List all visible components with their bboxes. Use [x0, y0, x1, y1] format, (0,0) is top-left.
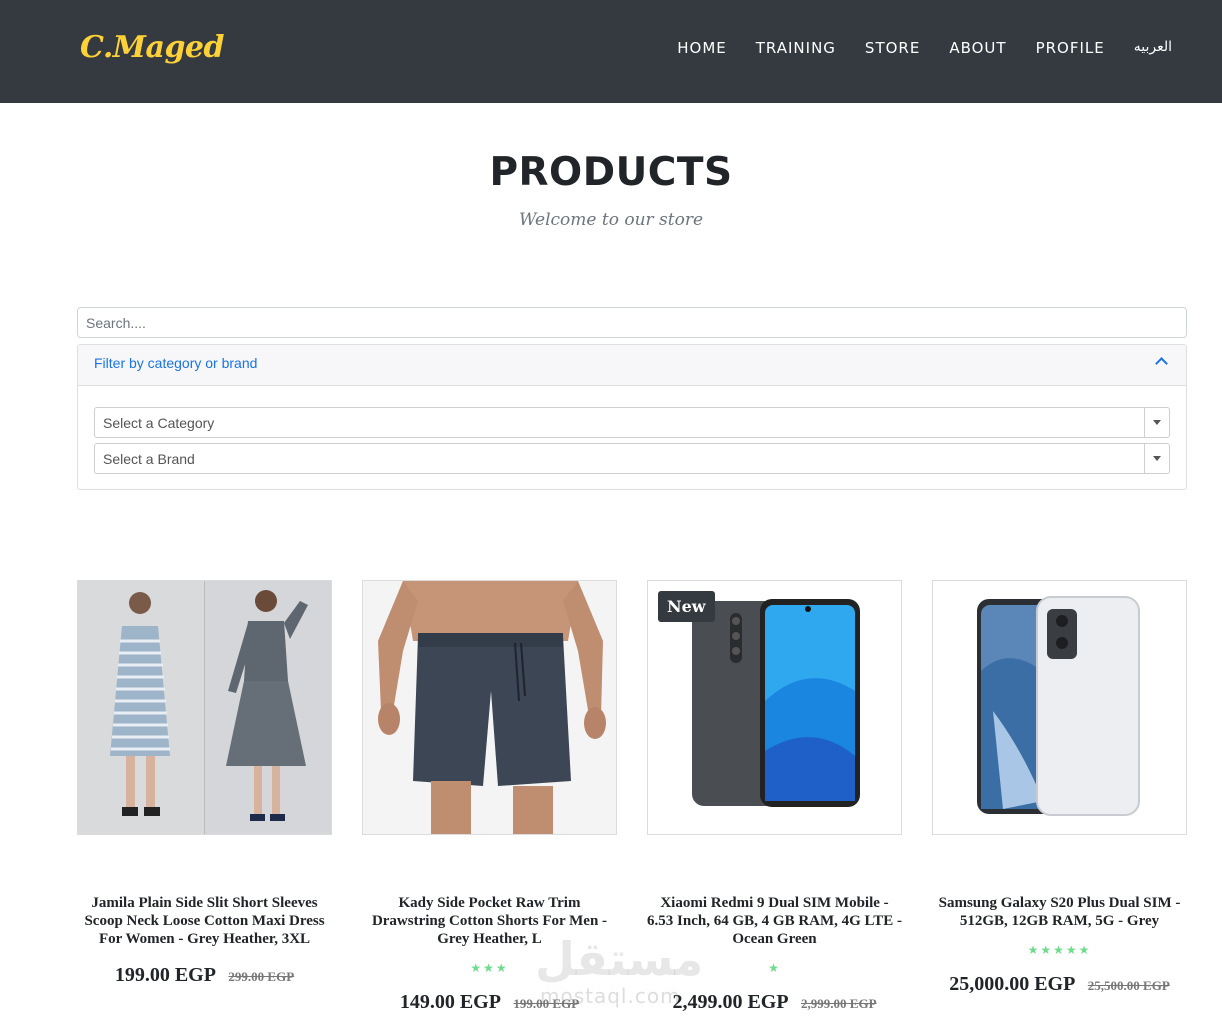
product-name[interactable]: Jamila Plain Side Slit Short Sleeves Sco… — [77, 894, 332, 948]
product-card[interactable]: New Xiaomi Redmi 9 Dual SIM Mobile - 6.5… — [647, 580, 902, 1013]
product-image[interactable] — [932, 580, 1187, 835]
product-image[interactable] — [362, 580, 617, 835]
nav-about[interactable]: ABOUT — [949, 39, 1006, 57]
watermark-arabic: مستقل — [535, 932, 704, 986]
phone-photo-icon — [933, 581, 1186, 834]
product-old-price: 2,999.00 EGP — [801, 996, 877, 1011]
nav-language-arabic[interactable]: العربيه — [1134, 39, 1172, 57]
brand-select-placeholder: Select a Brand — [103, 451, 195, 467]
price-row: 2,499.00 EGP 2,999.00 EGP — [647, 991, 902, 1014]
shorts-photo-icon — [363, 581, 616, 834]
category-select-placeholder: Select a Category — [103, 415, 215, 431]
filter-panel: Filter by category or brand Select a Cat… — [77, 344, 1187, 490]
product-price: 199.00 EGP — [114, 964, 216, 986]
product-old-price: 299.00 EGP — [228, 969, 295, 984]
page-subtitle: Welcome to our store — [518, 210, 704, 230]
filter-panel-title[interactable]: Filter by category or brand — [94, 355, 257, 371]
new-badge: New — [658, 591, 715, 622]
product-price: 2,499.00 EGP — [672, 991, 789, 1013]
navbar: C.Maged HOME TRAINING STORE ABOUT PROFIL… — [0, 0, 1222, 103]
nav-training[interactable]: TRAINING — [756, 39, 836, 57]
product-price: 25,000.00 EGP — [949, 973, 1076, 995]
price-row: 25,000.00 EGP 25,500.00 EGP — [932, 973, 1187, 996]
nav-store[interactable]: STORE — [865, 39, 920, 57]
product-name[interactable]: Samsung Galaxy S20 Plus Dual SIM - 512GB… — [932, 894, 1187, 930]
page-title: PRODUCTS — [489, 150, 733, 195]
dress-photo-icon — [78, 581, 331, 834]
product-price: 149.00 EGP — [399, 991, 501, 1013]
product-card[interactable]: Jamila Plain Side Slit Short Sleeves Sco… — [77, 580, 332, 986]
search-input[interactable] — [77, 307, 1187, 338]
product-image[interactable] — [77, 580, 332, 835]
rating-stars: ★★★★★ — [1027, 943, 1092, 957]
filter-panel-header[interactable]: Filter by category or brand — [78, 345, 1186, 386]
brand-select[interactable]: Select a Brand — [94, 443, 1170, 474]
product-card[interactable]: Samsung Galaxy S20 Plus Dual SIM - 512GB… — [932, 580, 1187, 995]
product-old-price: 25,500.00 EGP — [1087, 978, 1170, 993]
price-row: 199.00 EGP 299.00 EGP — [77, 964, 332, 987]
product-image[interactable]: New — [647, 580, 902, 835]
chevron-up-icon[interactable] — [1155, 357, 1168, 370]
category-select[interactable]: Select a Category — [94, 407, 1170, 438]
nav-home[interactable]: HOME — [677, 39, 727, 57]
nav-links: HOME TRAINING STORE ABOUT PROFILE العربي… — [648, 39, 1172, 57]
dropdown-arrow-icon[interactable] — [1144, 408, 1169, 437]
nav-profile[interactable]: PROFILE — [1036, 39, 1105, 57]
watermark-latin: mostaql.com — [540, 984, 681, 1008]
brand-logo[interactable]: C.Maged — [80, 30, 224, 65]
product-card[interactable]: Kady Side Pocket Raw Trim Drawstring Cot… — [362, 580, 617, 1013]
dropdown-arrow-icon[interactable] — [1144, 444, 1169, 473]
